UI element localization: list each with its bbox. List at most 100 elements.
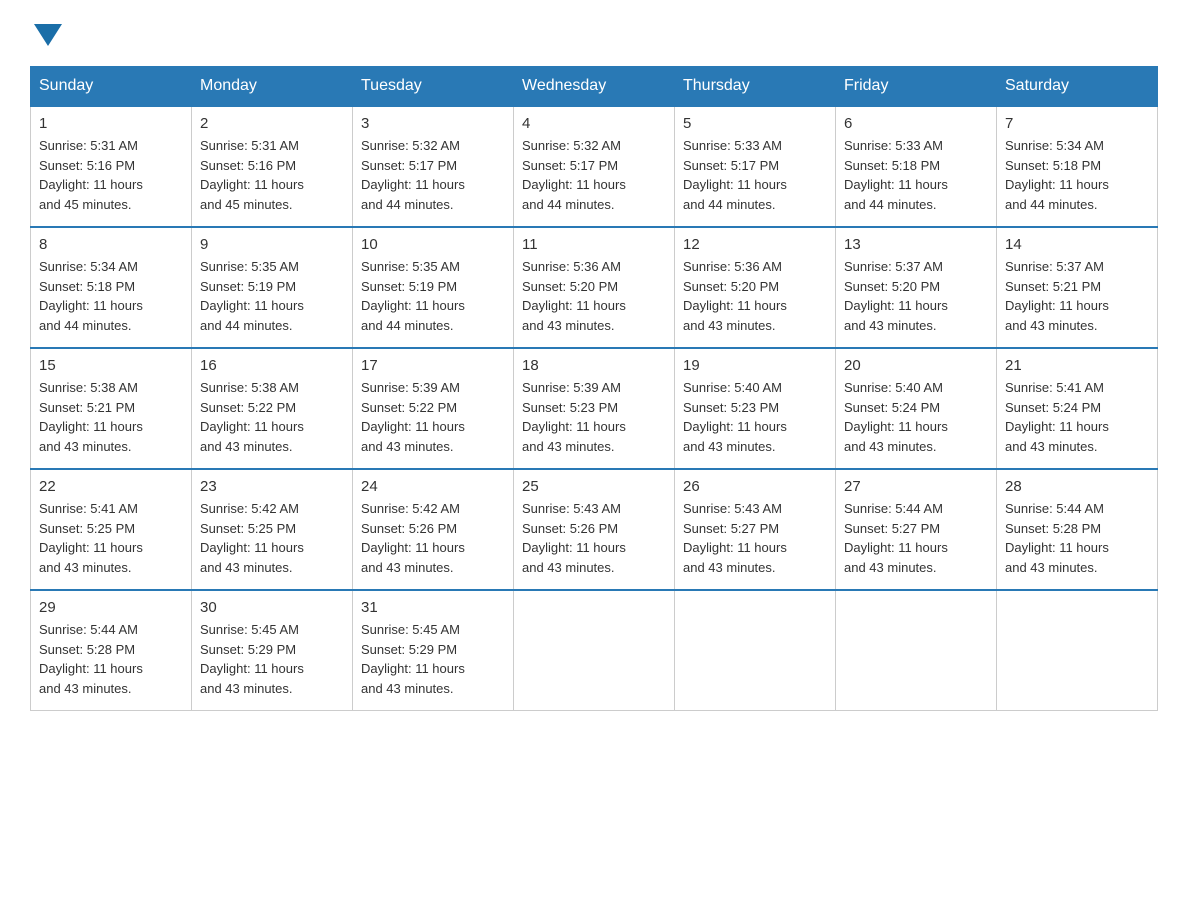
day-number: 30 xyxy=(200,599,344,616)
calendar-cell: 26 Sunrise: 5:43 AM Sunset: 5:27 PM Dayl… xyxy=(675,469,836,590)
day-number: 25 xyxy=(522,478,666,495)
calendar-cell: 11 Sunrise: 5:36 AM Sunset: 5:20 PM Dayl… xyxy=(514,227,675,348)
day-number: 28 xyxy=(1005,478,1149,495)
day-number: 17 xyxy=(361,357,505,374)
calendar-cell: 10 Sunrise: 5:35 AM Sunset: 5:19 PM Dayl… xyxy=(353,227,514,348)
column-header-sunday: Sunday xyxy=(31,67,192,107)
calendar-cell: 7 Sunrise: 5:34 AM Sunset: 5:18 PM Dayli… xyxy=(997,106,1158,227)
logo-triangle-icon xyxy=(34,24,62,46)
calendar-cell: 23 Sunrise: 5:42 AM Sunset: 5:25 PM Dayl… xyxy=(192,469,353,590)
day-number: 18 xyxy=(522,357,666,374)
day-info: Sunrise: 5:42 AM Sunset: 5:26 PM Dayligh… xyxy=(361,499,505,577)
day-number: 31 xyxy=(361,599,505,616)
calendar-cell: 27 Sunrise: 5:44 AM Sunset: 5:27 PM Dayl… xyxy=(836,469,997,590)
day-info: Sunrise: 5:43 AM Sunset: 5:26 PM Dayligh… xyxy=(522,499,666,577)
calendar-cell xyxy=(836,590,997,711)
calendar-cell: 3 Sunrise: 5:32 AM Sunset: 5:17 PM Dayli… xyxy=(353,106,514,227)
day-info: Sunrise: 5:37 AM Sunset: 5:21 PM Dayligh… xyxy=(1005,257,1149,335)
day-number: 19 xyxy=(683,357,827,374)
calendar-cell: 29 Sunrise: 5:44 AM Sunset: 5:28 PM Dayl… xyxy=(31,590,192,711)
day-number: 24 xyxy=(361,478,505,495)
day-number: 3 xyxy=(361,115,505,132)
day-number: 6 xyxy=(844,115,988,132)
page-header xyxy=(30,20,1158,46)
day-number: 1 xyxy=(39,115,183,132)
day-info: Sunrise: 5:37 AM Sunset: 5:20 PM Dayligh… xyxy=(844,257,988,335)
column-header-monday: Monday xyxy=(192,67,353,107)
day-number: 10 xyxy=(361,236,505,253)
calendar-table: SundayMondayTuesdayWednesdayThursdayFrid… xyxy=(30,66,1158,711)
day-info: Sunrise: 5:40 AM Sunset: 5:24 PM Dayligh… xyxy=(844,378,988,456)
logo xyxy=(30,20,62,46)
week-row-2: 8 Sunrise: 5:34 AM Sunset: 5:18 PM Dayli… xyxy=(31,227,1158,348)
day-info: Sunrise: 5:40 AM Sunset: 5:23 PM Dayligh… xyxy=(683,378,827,456)
day-info: Sunrise: 5:31 AM Sunset: 5:16 PM Dayligh… xyxy=(39,136,183,214)
day-info: Sunrise: 5:39 AM Sunset: 5:23 PM Dayligh… xyxy=(522,378,666,456)
calendar-cell: 20 Sunrise: 5:40 AM Sunset: 5:24 PM Dayl… xyxy=(836,348,997,469)
calendar-cell: 21 Sunrise: 5:41 AM Sunset: 5:24 PM Dayl… xyxy=(997,348,1158,469)
day-number: 13 xyxy=(844,236,988,253)
day-info: Sunrise: 5:36 AM Sunset: 5:20 PM Dayligh… xyxy=(683,257,827,335)
day-number: 16 xyxy=(200,357,344,374)
calendar-cell: 8 Sunrise: 5:34 AM Sunset: 5:18 PM Dayli… xyxy=(31,227,192,348)
calendar-cell: 30 Sunrise: 5:45 AM Sunset: 5:29 PM Dayl… xyxy=(192,590,353,711)
day-info: Sunrise: 5:38 AM Sunset: 5:22 PM Dayligh… xyxy=(200,378,344,456)
day-info: Sunrise: 5:34 AM Sunset: 5:18 PM Dayligh… xyxy=(39,257,183,335)
calendar-cell: 1 Sunrise: 5:31 AM Sunset: 5:16 PM Dayli… xyxy=(31,106,192,227)
calendar-cell: 28 Sunrise: 5:44 AM Sunset: 5:28 PM Dayl… xyxy=(997,469,1158,590)
day-number: 2 xyxy=(200,115,344,132)
day-info: Sunrise: 5:41 AM Sunset: 5:25 PM Dayligh… xyxy=(39,499,183,577)
day-info: Sunrise: 5:33 AM Sunset: 5:17 PM Dayligh… xyxy=(683,136,827,214)
day-number: 7 xyxy=(1005,115,1149,132)
column-header-friday: Friday xyxy=(836,67,997,107)
week-row-3: 15 Sunrise: 5:38 AM Sunset: 5:21 PM Dayl… xyxy=(31,348,1158,469)
column-header-thursday: Thursday xyxy=(675,67,836,107)
day-info: Sunrise: 5:41 AM Sunset: 5:24 PM Dayligh… xyxy=(1005,378,1149,456)
day-info: Sunrise: 5:43 AM Sunset: 5:27 PM Dayligh… xyxy=(683,499,827,577)
day-info: Sunrise: 5:45 AM Sunset: 5:29 PM Dayligh… xyxy=(200,620,344,698)
day-info: Sunrise: 5:32 AM Sunset: 5:17 PM Dayligh… xyxy=(361,136,505,214)
calendar-cell: 15 Sunrise: 5:38 AM Sunset: 5:21 PM Dayl… xyxy=(31,348,192,469)
day-info: Sunrise: 5:31 AM Sunset: 5:16 PM Dayligh… xyxy=(200,136,344,214)
column-header-wednesday: Wednesday xyxy=(514,67,675,107)
calendar-cell xyxy=(514,590,675,711)
day-number: 15 xyxy=(39,357,183,374)
day-info: Sunrise: 5:44 AM Sunset: 5:28 PM Dayligh… xyxy=(39,620,183,698)
calendar-cell: 4 Sunrise: 5:32 AM Sunset: 5:17 PM Dayli… xyxy=(514,106,675,227)
day-info: Sunrise: 5:39 AM Sunset: 5:22 PM Dayligh… xyxy=(361,378,505,456)
day-info: Sunrise: 5:45 AM Sunset: 5:29 PM Dayligh… xyxy=(361,620,505,698)
calendar-cell: 6 Sunrise: 5:33 AM Sunset: 5:18 PM Dayli… xyxy=(836,106,997,227)
week-row-4: 22 Sunrise: 5:41 AM Sunset: 5:25 PM Dayl… xyxy=(31,469,1158,590)
week-row-5: 29 Sunrise: 5:44 AM Sunset: 5:28 PM Dayl… xyxy=(31,590,1158,711)
day-number: 27 xyxy=(844,478,988,495)
day-number: 8 xyxy=(39,236,183,253)
day-info: Sunrise: 5:38 AM Sunset: 5:21 PM Dayligh… xyxy=(39,378,183,456)
day-info: Sunrise: 5:44 AM Sunset: 5:27 PM Dayligh… xyxy=(844,499,988,577)
day-info: Sunrise: 5:34 AM Sunset: 5:18 PM Dayligh… xyxy=(1005,136,1149,214)
day-number: 20 xyxy=(844,357,988,374)
day-number: 26 xyxy=(683,478,827,495)
column-header-tuesday: Tuesday xyxy=(353,67,514,107)
calendar-cell: 14 Sunrise: 5:37 AM Sunset: 5:21 PM Dayl… xyxy=(997,227,1158,348)
day-info: Sunrise: 5:42 AM Sunset: 5:25 PM Dayligh… xyxy=(200,499,344,577)
day-number: 4 xyxy=(522,115,666,132)
day-number: 5 xyxy=(683,115,827,132)
day-info: Sunrise: 5:36 AM Sunset: 5:20 PM Dayligh… xyxy=(522,257,666,335)
day-number: 22 xyxy=(39,478,183,495)
calendar-cell: 22 Sunrise: 5:41 AM Sunset: 5:25 PM Dayl… xyxy=(31,469,192,590)
calendar-cell xyxy=(675,590,836,711)
calendar-cell: 5 Sunrise: 5:33 AM Sunset: 5:17 PM Dayli… xyxy=(675,106,836,227)
calendar-cell: 13 Sunrise: 5:37 AM Sunset: 5:20 PM Dayl… xyxy=(836,227,997,348)
calendar-cell xyxy=(997,590,1158,711)
day-info: Sunrise: 5:35 AM Sunset: 5:19 PM Dayligh… xyxy=(361,257,505,335)
day-info: Sunrise: 5:35 AM Sunset: 5:19 PM Dayligh… xyxy=(200,257,344,335)
day-number: 23 xyxy=(200,478,344,495)
day-number: 9 xyxy=(200,236,344,253)
calendar-cell: 24 Sunrise: 5:42 AM Sunset: 5:26 PM Dayl… xyxy=(353,469,514,590)
day-number: 29 xyxy=(39,599,183,616)
day-info: Sunrise: 5:32 AM Sunset: 5:17 PM Dayligh… xyxy=(522,136,666,214)
day-info: Sunrise: 5:33 AM Sunset: 5:18 PM Dayligh… xyxy=(844,136,988,214)
day-number: 14 xyxy=(1005,236,1149,253)
calendar-cell: 25 Sunrise: 5:43 AM Sunset: 5:26 PM Dayl… xyxy=(514,469,675,590)
week-row-1: 1 Sunrise: 5:31 AM Sunset: 5:16 PM Dayli… xyxy=(31,106,1158,227)
